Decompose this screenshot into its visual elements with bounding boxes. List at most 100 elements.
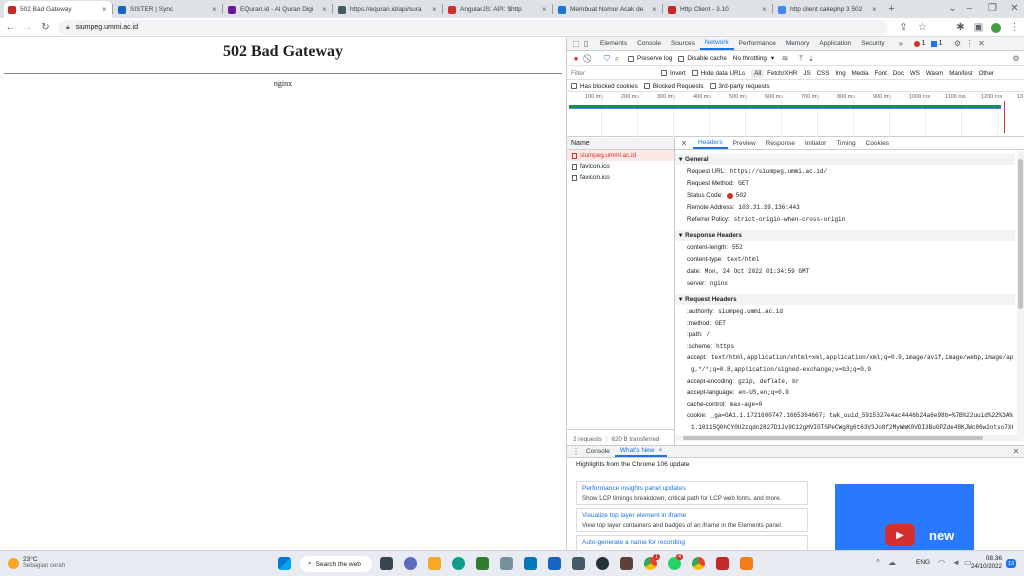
new-tab-button[interactable]: + <box>884 1 899 16</box>
type-filter-button[interactable]: Manifest <box>946 69 975 78</box>
browser-tab[interactable]: 502 Bad Gateway × <box>4 1 112 18</box>
tray-chevron-icon[interactable]: ^ <box>876 558 880 567</box>
forward-icon[interactable]: → <box>20 20 35 35</box>
app-dark-icon[interactable] <box>596 557 609 570</box>
headers-scrollbar[interactable] <box>1017 151 1024 435</box>
mail-icon[interactable] <box>548 557 561 570</box>
close-tab-icon[interactable]: × <box>762 5 768 14</box>
chrome-profile-icon[interactable] <box>692 557 705 570</box>
export-har-icon[interactable]: ⤓ <box>806 54 816 64</box>
inspect-element-icon[interactable]: ⬚ <box>571 39 581 49</box>
throttling-select[interactable]: No throttling ▾ <box>733 55 774 62</box>
edge-icon[interactable] <box>452 557 465 570</box>
blocked-requests-checkbox[interactable]: Blocked Requests <box>643 83 704 90</box>
type-filter-button[interactable]: CSS <box>814 69 833 78</box>
general-section-header[interactable]: ▾ General <box>675 154 1015 165</box>
network-settings-icon[interactable]: ⚙ <box>1011 54 1021 64</box>
close-devtools-icon[interactable]: ✕ <box>976 39 986 49</box>
app-gray-icon[interactable] <box>500 557 513 570</box>
tray-app-icon[interactable]: ☁ <box>888 558 896 567</box>
hide-data-urls-checkbox[interactable]: Hide data URLs <box>691 70 745 77</box>
network-conditions-icon[interactable]: ≋ <box>780 54 790 64</box>
camera-icon[interactable] <box>572 557 585 570</box>
language-indicator[interactable]: ENG <box>916 559 930 566</box>
search-icon[interactable]: ⌕ <box>612 54 622 64</box>
browser-tab[interactable]: Membuat Nomor Acak de × <box>554 1 662 18</box>
share-icon[interactable]: ⇪ <box>896 20 911 35</box>
type-filter-button[interactable]: Fetch/XHR <box>764 69 800 78</box>
type-filter-button[interactable]: WS <box>907 69 923 78</box>
type-filter-button[interactable]: Wasm <box>923 69 946 78</box>
wifi-icon[interactable]: ◠ <box>938 558 945 567</box>
app-blue-icon[interactable] <box>524 557 537 570</box>
horizontal-scrollbar[interactable] <box>675 435 1024 441</box>
message-count-badge[interactable]: 1 <box>930 40 942 47</box>
record-icon[interactable]: ● <box>571 54 581 64</box>
type-filter-button[interactable]: Font <box>872 69 890 78</box>
detail-tab[interactable]: Timing <box>831 138 860 149</box>
whats-new-card[interactable]: Performance insights panel updates Show L… <box>576 481 808 505</box>
taskbar-search[interactable]: ⌕ Search the web <box>300 556 372 572</box>
devtools-tab[interactable]: Sources <box>666 37 700 50</box>
invert-checkbox[interactable]: Invert <box>661 70 686 77</box>
request-headers-section-header[interactable]: ▾ Request Headers <box>675 294 1015 305</box>
app-green-icon[interactable] <box>476 557 489 570</box>
device-toolbar-icon[interactable]: ▯ <box>581 39 591 49</box>
close-window-icon[interactable]: ✕ <box>1007 1 1022 16</box>
whats-new-video-thumbnail[interactable]: ▶ new <box>835 484 974 550</box>
response-headers-section-header[interactable]: ▾ Response Headers <box>675 230 1015 241</box>
filter-funnel-icon[interactable]: ⛉ <box>602 54 612 64</box>
import-har-icon[interactable]: ⤒ <box>796 54 806 64</box>
detail-tab[interactable]: Preview <box>728 138 761 149</box>
notification-badge[interactable]: 13 <box>1006 559 1016 568</box>
close-drawer-icon[interactable]: ✕ <box>1011 447 1021 457</box>
third-party-checkbox[interactable]: 3rd-party requests <box>709 83 770 90</box>
avatar[interactable] <box>988 20 1003 35</box>
devtools-tab[interactable]: Elements <box>595 37 632 50</box>
whats-new-link[interactable]: Performance insights panel updates <box>582 484 802 494</box>
reload-icon[interactable]: ↻ <box>38 20 53 35</box>
whats-new-link[interactable]: Visualize top layer element in iframe <box>582 511 802 521</box>
detail-tab[interactable]: Response <box>761 138 800 149</box>
task-view-icon[interactable] <box>380 557 393 570</box>
start-button-icon[interactable] <box>278 557 291 570</box>
type-filter-button[interactable]: Doc <box>890 69 907 78</box>
type-filter-button[interactable]: All <box>751 68 765 78</box>
close-tab-icon[interactable]: × <box>212 5 218 14</box>
browser-tab[interactable]: https://equran.id/api/sura × <box>334 1 442 18</box>
detail-tab[interactable]: Headers <box>693 138 728 149</box>
drawer-menu-icon[interactable]: ⋮ <box>571 447 581 457</box>
type-filter-button[interactable]: JS <box>800 69 813 78</box>
weather-widget[interactable]: 23°C Sebagian cerah <box>8 556 65 570</box>
app-brown-icon[interactable] <box>620 557 633 570</box>
devtools-tab[interactable]: Performance <box>734 37 781 50</box>
close-tab-icon[interactable]: × <box>542 5 548 14</box>
browser-tab[interactable]: AngularJS: API: $http × <box>444 1 552 18</box>
minimize-icon[interactable]: – <box>962 1 977 16</box>
close-tab-icon[interactable]: × <box>432 5 438 14</box>
app-orange-icon[interactable] <box>740 557 753 570</box>
devtools-tab[interactable]: Memory <box>781 37 814 50</box>
error-count-badge[interactable]: 1 <box>913 40 926 47</box>
play-button-icon[interactable]: ▶ <box>885 524 915 546</box>
volume-icon[interactable]: ◄ <box>952 558 960 567</box>
preserve-log-checkbox[interactable]: Preserve log <box>628 55 672 62</box>
timeline-overview[interactable]: 100 ms 200 ms 300 ms 400 ms 500 ms 600 ms 700 … <box>567 93 1024 137</box>
devtools-tab[interactable]: Console <box>632 37 666 50</box>
extensions-icon[interactable]: ✱ <box>953 20 968 35</box>
drawer-tab[interactable]: Console <box>581 446 615 457</box>
name-column-header[interactable]: Name <box>567 138 674 150</box>
close-tab-icon[interactable]: × <box>652 5 658 14</box>
menu-kebab-icon[interactable]: ⋮ <box>1007 20 1022 35</box>
browser-tab[interactable]: http client cakephp 3 502 × <box>774 1 882 18</box>
maximize-icon[interactable]: ❐ <box>985 1 1000 16</box>
disable-cache-checkbox[interactable]: Disable cache <box>678 55 727 62</box>
type-filter-button[interactable]: Img <box>832 69 848 78</box>
filezilla-icon[interactable] <box>716 557 729 570</box>
devtools-tab[interactable]: Network <box>699 37 734 50</box>
type-filter-button[interactable]: Media <box>849 69 872 78</box>
back-icon[interactable]: ← <box>3 20 18 35</box>
chat-icon[interactable] <box>404 557 417 570</box>
file-explorer-icon[interactable] <box>428 557 441 570</box>
close-tab-icon[interactable]: × <box>658 447 662 454</box>
